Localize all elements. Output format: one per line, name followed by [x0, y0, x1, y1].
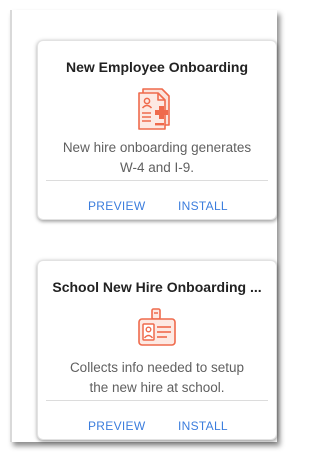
description-line: the new hire at school. — [89, 380, 225, 395]
description-line: W-4 and I-9. — [119, 160, 195, 175]
document-medical-icon — [137, 87, 177, 136]
template-card-new-employee-onboarding[interactable]: New Employee Onboarding New hire onboard… — [37, 40, 277, 220]
divider — [46, 180, 268, 181]
install-button[interactable]: INSTALL — [178, 199, 228, 213]
card-title: School New Hire Onboarding ... — [52, 279, 262, 295]
card-title: New Employee Onboarding — [65, 59, 249, 75]
id-badge-icon — [137, 307, 177, 356]
description-line: Collects info needed to setup — [69, 360, 245, 375]
templates-panel: New Employee Onboarding New hire onboard… — [10, 10, 277, 442]
preview-button[interactable]: PREVIEW — [88, 199, 145, 213]
card-description: Collects info needed to setup the new hi… — [50, 358, 264, 398]
card-description: New hire onboarding generates W-4 and I-… — [50, 138, 264, 178]
divider — [46, 400, 268, 401]
template-card-school-new-hire-onboarding[interactable]: School New Hire Onboarding ... Collects … — [37, 260, 277, 440]
description-line: New hire onboarding generates — [62, 140, 252, 155]
preview-button[interactable]: PREVIEW — [88, 419, 145, 433]
install-button[interactable]: INSTALL — [178, 419, 228, 433]
